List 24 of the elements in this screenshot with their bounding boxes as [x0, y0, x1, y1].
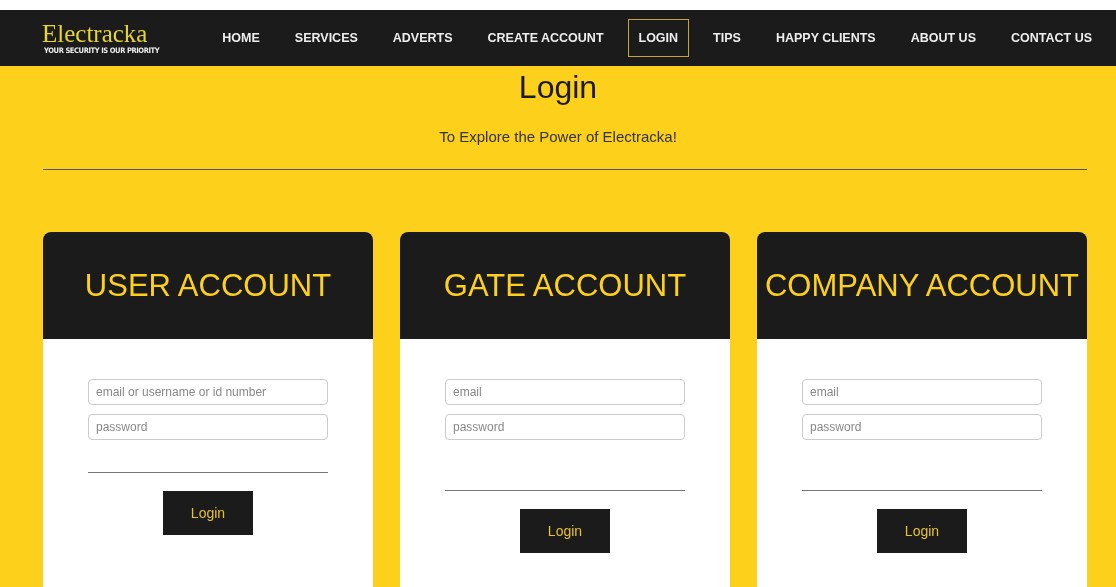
card-title: GATE ACCOUNT — [443, 267, 687, 304]
nav-link[interactable]: LOGIN — [627, 19, 690, 57]
nav-link[interactable]: HOME — [211, 19, 271, 57]
nav-link[interactable]: ADVERTS — [381, 19, 464, 57]
input-field[interactable]: password — [802, 414, 1042, 440]
page-subheading: To Explore the Power of Electracka! — [438, 128, 678, 145]
card-title: USER ACCOUNT — [84, 267, 332, 304]
card-title: COMPANY ACCOUNT — [764, 267, 1080, 304]
login-button[interactable]: Login — [877, 509, 967, 553]
input-field[interactable]: email or username or id number — [88, 379, 328, 405]
page-heading: Login — [517, 69, 599, 106]
nav-link[interactable]: CONTACT US — [1000, 19, 1103, 57]
login-button[interactable]: Login — [163, 491, 253, 535]
login-button[interactable]: Login — [520, 509, 610, 553]
input-field[interactable]: password — [88, 414, 328, 440]
input-field[interactable]: password — [445, 414, 685, 440]
input-field[interactable]: email — [445, 379, 685, 405]
nav-link[interactable]: TIPS — [702, 19, 752, 57]
logo-name: Electracka — [42, 21, 148, 46]
nav-link[interactable]: SERVICES — [283, 19, 369, 57]
input-field[interactable]: email — [802, 379, 1042, 405]
nav-link[interactable]: CREATE ACCOUNT — [476, 19, 615, 57]
nav-link[interactable]: HAPPY CLIENTS — [764, 19, 887, 57]
nav-link[interactable]: ABOUT US — [899, 19, 987, 57]
